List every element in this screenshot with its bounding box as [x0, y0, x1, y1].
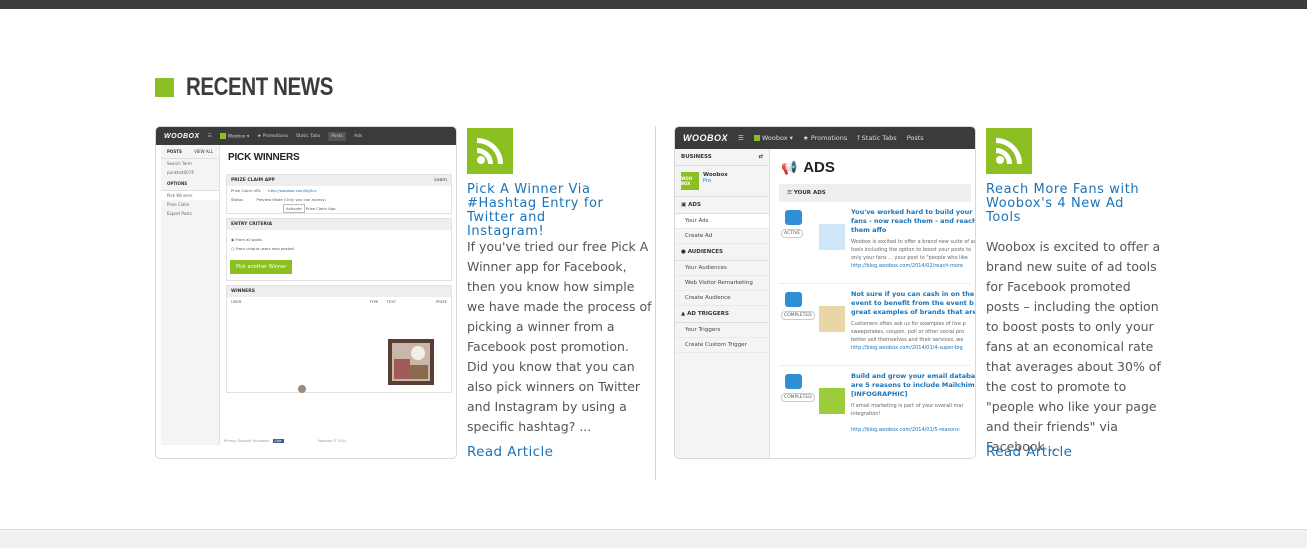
title-square-icon: [155, 77, 174, 97]
mini-logo: WOOBOX: [164, 132, 200, 140]
mini-nav-item: ★ Promotions: [257, 133, 288, 139]
mini-sidebar: BUSINESS ⇄ WOO BOX Woobox Pro ▣ ADS Your A…: [675, 149, 770, 458]
mini-main: PICK WINNERS PRIZE CLAIM APP Learn Prize …: [224, 145, 454, 445]
mini-footer: Privacy Support Facebook Like Woobox © 2…: [224, 439, 347, 443]
mini-sidebar: POSTS VIEW ALL Search Term punkteit0074 O…: [161, 145, 220, 445]
mini-nav-item: ☰: [738, 134, 744, 142]
article-title[interactable]: Pick A Winner Via #Hashtag Entry for Twi…: [467, 183, 627, 239]
mini-nav-item: Ads: [353, 133, 363, 139]
mini-winner-photo: [388, 339, 434, 385]
mini-logo: WOOBOX: [683, 133, 728, 143]
top-bar: [0, 0, 1307, 9]
mini-nav-item: ☰: [207, 133, 212, 139]
mini-nav-item: Woobox ▾: [753, 134, 793, 142]
article-thumbnail[interactable]: WOOBOX ☰ Woobox ▾ ★ Promotions f Static …: [674, 126, 976, 459]
article-excerpt: Woobox is excited to offer a brand new s…: [986, 239, 1161, 454]
column-divider: [655, 126, 656, 480]
footer-band: [0, 529, 1307, 548]
mini-topbar: WOOBOX ☰ Woobox ▾ ★ Promotions Static Ta…: [156, 127, 456, 145]
mini-topbar: WOOBOX ☰ Woobox ▾ ★ Promotions f Static …: [675, 127, 975, 149]
mini-nav-item: ★ Promotions: [802, 134, 848, 142]
section-header: RECENT NEWS: [155, 72, 365, 102]
article-excerpt: If you've tried our free Pick A Winner a…: [467, 239, 652, 434]
read-article-link[interactable]: Read Article: [467, 444, 553, 460]
rss-icon: [467, 128, 513, 174]
mini-nav-item: Posts: [906, 134, 924, 142]
mini-nav-item: Woobox ▾: [219, 132, 249, 139]
mini-main: 📢 ADS ☰ YOUR ADS ACTIVE You've worked har…: [779, 159, 976, 433]
mini-nav-item: f Static Tabs: [857, 134, 897, 142]
read-article-link[interactable]: Read Article: [986, 444, 1072, 460]
article-thumbnail[interactable]: WOOBOX ☰ Woobox ▾ ★ Promotions Static Ta…: [155, 126, 457, 459]
mini-nav-item: Posts: [328, 131, 346, 141]
mini-nav-item: Static Tabs: [295, 133, 321, 139]
article-title[interactable]: Reach More Fans with Woobox's 4 New Ad T…: [986, 183, 1146, 225]
section-title: RECENT NEWS: [186, 72, 333, 101]
rss-icon: [986, 128, 1032, 174]
